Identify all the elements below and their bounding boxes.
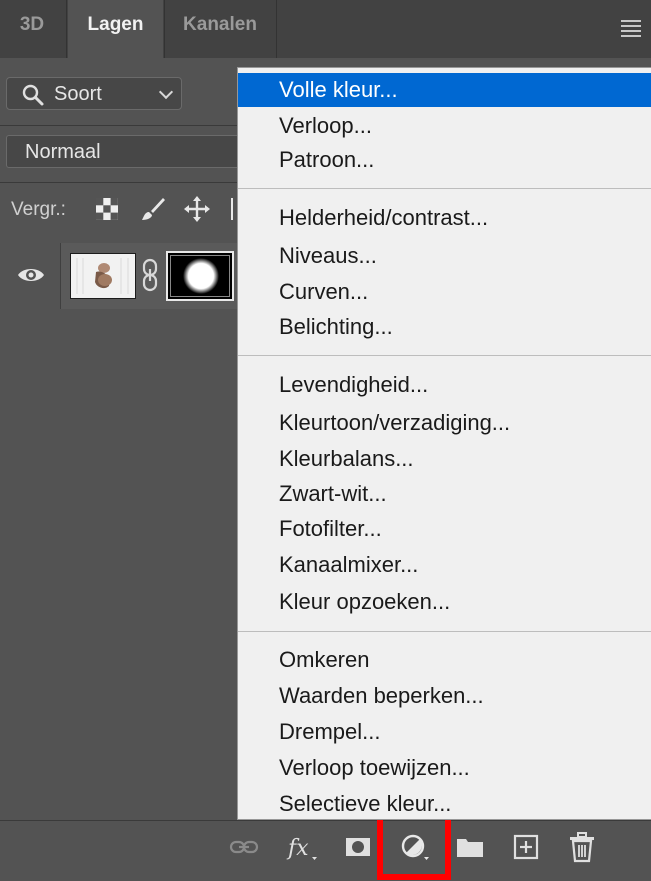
panel-tab-bar: 3D Lagen Kanalen — [0, 0, 651, 58]
layer-visibility-cell[interactable] — [0, 243, 61, 309]
tab-3d[interactable]: 3D — [0, 0, 64, 58]
menu-item-fotofilter[interactable]: Fotofilter... — [238, 512, 651, 546]
search-icon — [22, 84, 44, 106]
menu-item-helderheid-contrast[interactable]: Helderheid/contrast... — [238, 201, 651, 235]
menu-item-verloop-toewijzen[interactable]: Verloop toewijzen... — [238, 751, 651, 785]
link-layers-icon[interactable] — [228, 831, 260, 863]
tab-channels[interactable]: Kanalen — [164, 0, 276, 58]
menu-item-kleur-opzoeken[interactable]: Kleur opzoeken... — [238, 585, 651, 619]
menu-separator — [238, 188, 651, 189]
lock-pixels-brush-icon[interactable] — [140, 196, 166, 222]
layer-thumbnail-image — [71, 254, 135, 298]
tab-layers[interactable]: Lagen — [68, 0, 163, 58]
menu-item-kanaalmixer[interactable]: Kanaalmixer... — [238, 548, 651, 582]
tab-divider — [66, 0, 67, 58]
menu-item-kleurtoon-verzadiging[interactable]: Kleurtoon/verzadiging... — [238, 406, 651, 440]
mask-shape — [183, 258, 219, 294]
filter-label: Soort — [54, 83, 102, 105]
blend-mode-dropdown[interactable]: Normaal — [6, 135, 246, 168]
menu-item-curven[interactable]: Curven... — [238, 275, 651, 309]
menu-separator — [238, 355, 651, 356]
lock-label: Vergr.: — [11, 199, 66, 220]
panel-menu-icon[interactable] — [621, 20, 641, 40]
trash-icon[interactable] — [566, 831, 598, 863]
chevron-down-icon — [158, 84, 174, 100]
menu-item-zwart-wit[interactable]: Zwart-wit... — [238, 477, 651, 511]
fx-icon[interactable]: fx — [286, 831, 318, 863]
menu-item-waarden-beperken[interactable]: Waarden beperken... — [238, 679, 651, 713]
menu-separator — [238, 631, 651, 632]
menu-item-selectieve-kleur[interactable]: Selectieve kleur... — [238, 787, 651, 821]
lock-position-move-icon[interactable] — [184, 196, 210, 222]
menu-item-patroon[interactable]: Patroon... — [238, 143, 651, 177]
new-group-folder-icon[interactable] — [454, 831, 486, 863]
eye-icon[interactable] — [17, 265, 45, 285]
add-mask-icon[interactable] — [342, 831, 374, 863]
menu-item-levendigheid[interactable]: Levendigheid... — [238, 368, 651, 402]
layer-filter-dropdown[interactable]: Soort — [6, 77, 182, 110]
menu-item-niveaus[interactable]: Niveaus... — [238, 239, 651, 273]
menu-item-kleurbalans[interactable]: Kleurbalans... — [238, 442, 651, 476]
blend-mode-value: Normaal — [25, 141, 101, 163]
menu-item-omkeren[interactable]: Omkeren — [238, 643, 651, 677]
layers-bottom-bar: fx — [0, 820, 651, 881]
menu-item-drempel[interactable]: Drempel... — [238, 715, 651, 749]
svg-text:fx: fx — [286, 836, 309, 861]
menu-item-verloop[interactable]: Verloop... — [238, 109, 651, 143]
adjustment-layer-menu: Volle kleur... Verloop... Patroon... Hel… — [237, 67, 651, 820]
layer-thumbnail[interactable] — [70, 253, 136, 299]
layer-mask-thumbnail[interactable] — [166, 251, 234, 301]
tab-divider — [276, 0, 277, 58]
menu-item-belichting[interactable]: Belichting... — [238, 310, 651, 344]
chain-link-icon[interactable] — [140, 258, 160, 292]
new-layer-icon[interactable] — [510, 831, 542, 863]
menu-item-volle-kleur[interactable]: Volle kleur... — [238, 73, 651, 107]
adjustment-button-highlight — [377, 814, 451, 880]
lock-transparency-icon[interactable] — [94, 196, 120, 222]
